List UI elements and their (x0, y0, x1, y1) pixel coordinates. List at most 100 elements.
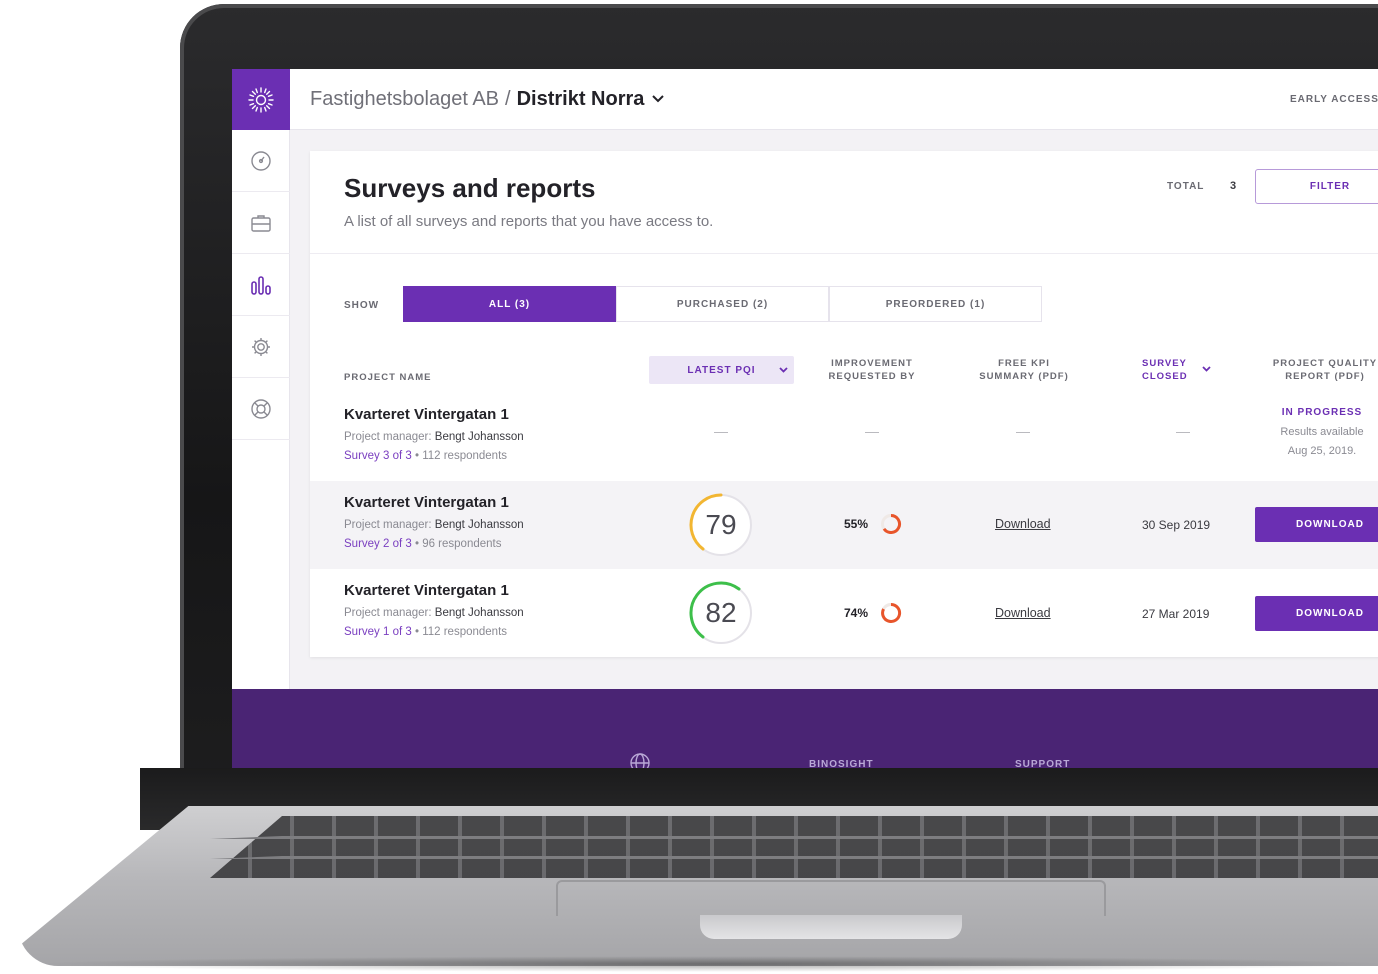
improvement-percent: 74% (844, 606, 869, 620)
tab-all[interactable]: ALL (3) (403, 286, 616, 322)
top-bar: Fastighetsbolaget AB / Distrikt Norra EA… (290, 69, 1378, 130)
survey-closed-date: 30 Sep 2019 (1142, 518, 1211, 532)
laptop-keyboard (210, 816, 1378, 878)
footer: BINOSIGHT SUPPORT (232, 689, 1378, 768)
respondents: • 112 respondents (414, 450, 508, 462)
gear-icon (252, 337, 270, 356)
total-count: 3 (1230, 180, 1237, 192)
breadcrumb-separator: / (505, 87, 511, 110)
col-quality-report: PROJECT QUALITY REPORT (PDF) (1265, 357, 1378, 383)
table-row[interactable]: Kvarteret Vintergatan 1 Project manager:… (310, 569, 1378, 657)
sidebar (232, 69, 290, 689)
manager-label: Project manager: (344, 519, 432, 531)
col-improvement-line2: REQUESTED BY (828, 371, 916, 382)
col-improvement-line1: IMPROVEMENT (831, 358, 913, 369)
show-label: SHOW (344, 300, 380, 311)
chevron-down-icon[interactable] (652, 95, 665, 103)
download-report-button[interactable]: DOWNLOAD (1255, 507, 1378, 542)
bar-chart-icon (251, 275, 271, 295)
improvement-ring-icon (881, 602, 902, 623)
app-logo[interactable] (232, 69, 290, 130)
project-manager: Project manager: Bengt Johansson (344, 519, 524, 531)
pqi-value: 82 (705, 597, 737, 628)
closed-empty: — (1176, 423, 1190, 439)
sidebar-item-dashboard[interactable] (232, 130, 290, 192)
tab-purchased[interactable]: PURCHASED (2) (616, 286, 829, 322)
keyboard-row-line (210, 836, 1378, 839)
early-access-link[interactable]: EARLY ACCESS (1290, 94, 1378, 105)
status-line-2: Aug 25, 2019. (1287, 445, 1357, 457)
laptop-screen: Fastighetsbolaget AB / Distrikt Norra EA… (232, 69, 1378, 768)
col-kpi-line2: SUMMARY (PDF) (979, 371, 1069, 382)
col-improvement: IMPROVEMENT REQUESTED BY (817, 357, 927, 383)
kpi-empty: — (1016, 423, 1030, 439)
col-kpi-line1: FREE KPI (998, 358, 1050, 369)
improvement-percent: 55% (844, 517, 869, 531)
kpi-download-link[interactable]: Download (995, 606, 1051, 620)
manager-name: Bengt Johansson (434, 431, 524, 443)
filter-button[interactable]: FILTER (1255, 169, 1378, 204)
survey-info: Survey 2 of 3 • 96 respondents (344, 538, 501, 550)
page-subtitle: A list of all surveys and reports that y… (344, 213, 714, 230)
laptop-shadow (30, 956, 1378, 972)
sunburst-logo-icon (248, 86, 274, 113)
sidebar-item-projects[interactable] (232, 192, 290, 254)
page-title: Surveys and reports (344, 173, 596, 203)
pqi-gauge: 79 (688, 492, 754, 558)
improvement-empty: — (865, 423, 879, 439)
kpi-download-link[interactable]: Download (995, 517, 1051, 531)
sidebar-item-support[interactable] (232, 378, 290, 440)
project-name[interactable]: Kvarteret Vintergatan 1 (344, 582, 509, 599)
tab-preordered[interactable]: PREORDERED (1) (829, 286, 1042, 322)
project-manager: Project manager: Bengt Johansson (344, 431, 524, 443)
pqi-empty: — (714, 423, 728, 439)
table-row[interactable]: Kvarteret Vintergatan 1 Project manager:… (310, 481, 1378, 569)
briefcase-icon (251, 214, 271, 232)
pqi-gauge: 82 (688, 580, 754, 646)
survey-info: Survey 3 of 3 • 112 respondents (344, 450, 507, 462)
col-quality-line2: REPORT (PDF) (1285, 371, 1365, 382)
col-latest-pqi-label: LATEST PQI (687, 364, 756, 376)
col-project-name: PROJECT NAME (344, 372, 432, 383)
survey-info: Survey 1 of 3 • 112 respondents (344, 626, 507, 638)
project-manager: Project manager: Bengt Johansson (344, 607, 524, 619)
laptop-trackpad (556, 880, 1106, 916)
lifebuoy-icon (251, 398, 271, 419)
improvement-ring-icon (881, 514, 901, 534)
survey-link[interactable]: Survey 1 of 3 (344, 626, 412, 638)
col-kpi-summary: FREE KPI SUMMARY (PDF) (964, 357, 1084, 383)
dashboard-gauge-icon (251, 150, 271, 171)
sidebar-item-reports[interactable] (232, 254, 290, 316)
footer-link-support[interactable]: SUPPORT (1015, 759, 1070, 768)
status-badge: IN PROGRESS (1281, 407, 1363, 418)
col-latest-pqi[interactable]: LATEST PQI (649, 356, 794, 384)
manager-label: Project manager: (344, 607, 432, 619)
chevron-down-icon (779, 367, 788, 373)
divider (310, 253, 1378, 254)
respondents: • 96 respondents (414, 538, 502, 550)
col-quality-line1: PROJECT QUALITY (1272, 358, 1378, 369)
globe-icon[interactable] (629, 752, 651, 768)
surveys-card: Surveys and reports A list of all survey… (310, 151, 1378, 657)
manager-name: Bengt Johansson (434, 607, 524, 619)
download-report-button[interactable]: DOWNLOAD (1255, 596, 1378, 631)
respondents: • 112 respondents (414, 626, 508, 638)
survey-link[interactable]: Survey 3 of 3 (344, 450, 412, 462)
laptop-notch (700, 915, 962, 939)
total-label: TOTAL (1167, 181, 1205, 192)
sidebar-item-settings[interactable] (232, 316, 290, 378)
survey-link[interactable]: Survey 2 of 3 (344, 538, 412, 550)
chevron-down-icon (1202, 366, 1211, 372)
breadcrumb-district[interactable]: Distrikt Norra (517, 88, 645, 111)
col-survey-closed[interactable]: SURVEY CLOSED (1142, 357, 1212, 383)
keyboard-row-line (210, 856, 1378, 859)
status-line-1: Results available (1280, 426, 1364, 438)
survey-closed-date: 27 Mar 2019 (1142, 607, 1210, 621)
project-name[interactable]: Kvarteret Vintergatan 1 (344, 406, 509, 423)
footer-link-binosight[interactable]: BINOSIGHT (809, 759, 874, 768)
manager-label: Project manager: (344, 431, 432, 443)
breadcrumb-org[interactable]: Fastighetsbolaget AB (310, 88, 499, 111)
table-row[interactable]: Kvarteret Vintergatan 1 Project manager:… (310, 393, 1378, 481)
project-name[interactable]: Kvarteret Vintergatan 1 (344, 494, 509, 511)
pqi-value: 79 (705, 509, 737, 540)
